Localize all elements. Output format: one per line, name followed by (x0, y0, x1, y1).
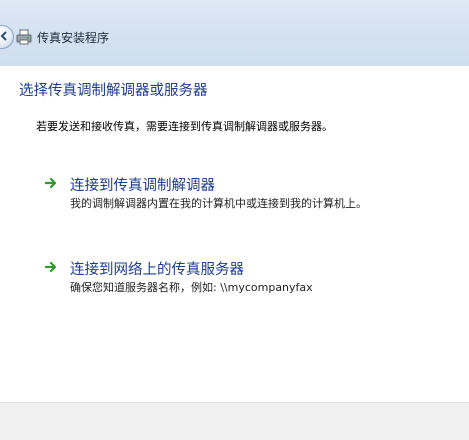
green-arrow-icon (45, 261, 57, 273)
command-bar (0, 402, 469, 440)
back-arrow-icon (0, 31, 7, 41)
option-title[interactable]: 连接到传真调制解调器 (70, 174, 215, 195)
option-title[interactable]: 连接到网络上的传真服务器 (70, 258, 244, 279)
intro-text: 若要发送和接收传真，需要连接到传真调制解调器或服务器。 (36, 120, 333, 133)
connect-fax-server-option[interactable]: 连接到网络上的传真服务器 确保您知道服务器名称，例如: \\mycompanyf… (45, 258, 445, 298)
fax-icon (16, 29, 32, 45)
connect-modem-option[interactable]: 连接到传真调制解调器 我的调制解调器内置在我的计算机中或连接到我的计算机上。 (45, 174, 445, 214)
window-title: 传真安装程序 (37, 31, 110, 45)
back-button[interactable] (0, 25, 14, 49)
option-description: 我的调制解调器内置在我的计算机中或连接到我的计算机上。 (70, 197, 367, 210)
content-area (0, 66, 469, 402)
option-description: 确保您知道服务器名称，例如: \\mycompanyfax (70, 281, 313, 294)
page-heading: 选择传真调制解调器或服务器 (19, 83, 208, 99)
green-arrow-icon (45, 177, 57, 189)
